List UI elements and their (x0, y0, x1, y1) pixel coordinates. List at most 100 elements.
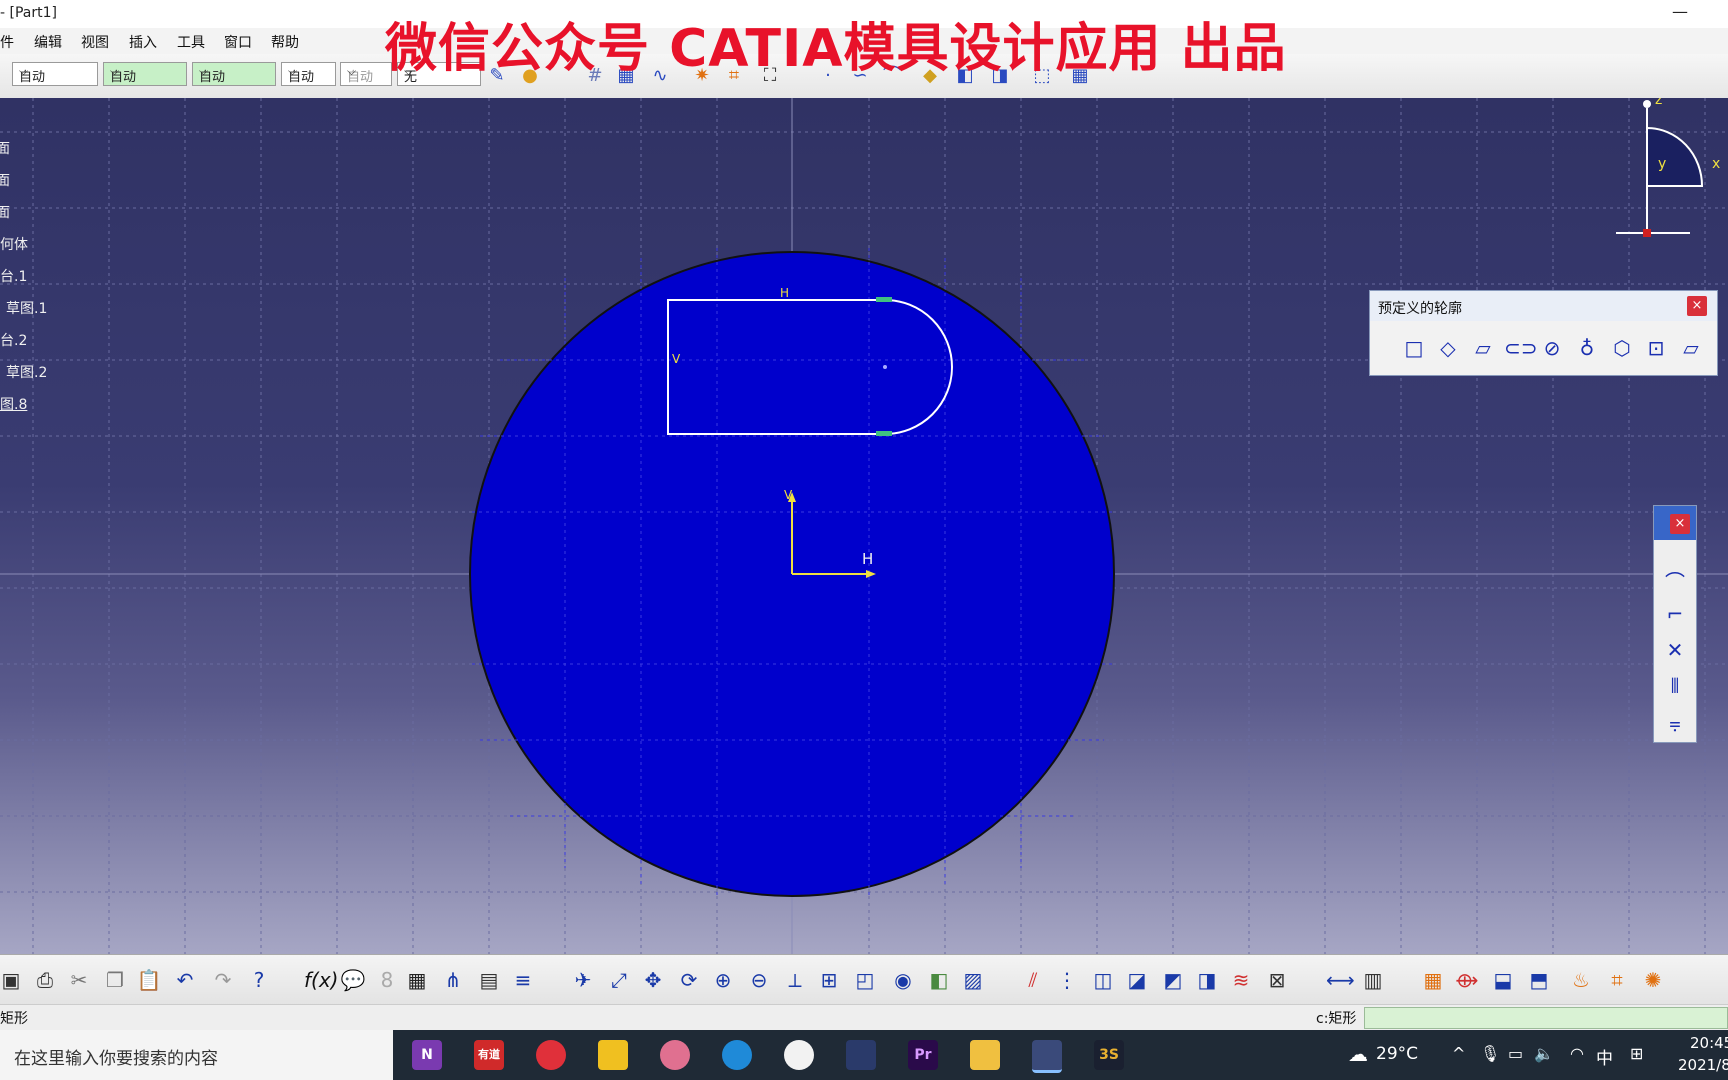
profile-toolbar-header[interactable]: 预定义的轮廓 (1370, 291, 1717, 321)
sticky-notes-icon[interactable] (598, 1040, 628, 1070)
fit-all-icon[interactable]: ⤢ (606, 967, 632, 993)
trim-icon[interactable]: ✕ (1662, 638, 1688, 664)
analysis-icon[interactable]: ◨ (1194, 967, 1220, 993)
measure-icon[interactable]: ⊠ (1264, 967, 1290, 993)
tree-icon[interactable]: ⋔ (440, 967, 466, 993)
help-icon[interactable]: ? (246, 967, 272, 993)
file-explorer-icon[interactable] (970, 1040, 1000, 1070)
cube-icon[interactable]: ⬒ (1526, 967, 1552, 993)
color-combo[interactable]: 自动 ⌵ (12, 62, 98, 86)
grid-toggle-icon[interactable]: ▦ (1420, 967, 1446, 993)
linetype-combo[interactable]: 自动 ⌵ (103, 62, 187, 86)
copy-icon[interactable]: ❐ (102, 967, 128, 993)
command-input[interactable] (1364, 1007, 1728, 1029)
centered-parallelogram-icon[interactable]: ▱ (1677, 335, 1705, 361)
close-icon[interactable]: × (1687, 296, 1707, 316)
youdao-icon[interactable]: 有道 (474, 1040, 504, 1070)
zoom-in-icon[interactable]: ⊕ (710, 967, 736, 993)
sketch-analysis-icon[interactable]: ◫ (1090, 967, 1116, 993)
auto-search-icon[interactable]: ◩ (1160, 967, 1186, 993)
battery-icon[interactable]: ▭ (1508, 1044, 1523, 1063)
formula-icon[interactable]: f(x) (304, 967, 338, 993)
tree-item-sketch-2[interactable]: 草图.2 (6, 362, 47, 382)
hide-show-icon[interactable]: ◧ (926, 967, 952, 993)
fly-mode-icon[interactable]: ✈ (570, 967, 596, 993)
clock-time[interactable]: 20:45 (1690, 1034, 1728, 1052)
cut-icon[interactable]: ✂ (66, 967, 92, 993)
microphone-icon[interactable]: 🎙 (1480, 1044, 1500, 1063)
comment-icon[interactable]: 💬 (340, 967, 366, 993)
geometric-constraint-toggle-icon[interactable]: ♨ (1568, 967, 1594, 993)
tree-item-face-3[interactable]: 面 (0, 202, 10, 222)
centered-rectangle-icon[interactable]: ⊡ (1642, 335, 1670, 361)
volume-icon[interactable]: 🔈 (1534, 1044, 1554, 1063)
shading-icon[interactable]: ◉ (890, 967, 916, 993)
tree-item-face-2[interactable]: 面 (0, 170, 10, 190)
catia-active-icon[interactable] (1032, 1040, 1062, 1073)
menu-view[interactable]: 视图 (81, 32, 109, 52)
paste-icon[interactable]: 📋 (136, 967, 162, 993)
knowledge-icon[interactable]: ≡ (510, 967, 536, 993)
tree-item-sketch-1[interactable]: 草图.1 (6, 298, 47, 318)
point-combo[interactable]: 自动 ⌵ (281, 62, 336, 86)
apply-material-icon[interactable]: ▥ (1360, 967, 1386, 993)
chamfer-icon[interactable]: ⌐ (1662, 602, 1688, 628)
onenote-icon[interactable]: N (412, 1040, 442, 1070)
music-app-icon[interactable] (536, 1040, 566, 1070)
pan-icon[interactable]: ✥ (640, 967, 666, 993)
premiere-icon[interactable]: Pr (908, 1040, 938, 1070)
dimension-icon[interactable]: ⋮ (1054, 967, 1080, 993)
swap-space-icon[interactable]: ▨ (960, 967, 986, 993)
measure-between-icon[interactable]: ⟷ (1326, 967, 1355, 993)
construction-elements-icon[interactable]: ⬓ (1490, 967, 1516, 993)
disabled-tool-icon[interactable]: 8 (374, 967, 400, 993)
weather-temp[interactable]: 29°C (1376, 1044, 1418, 1064)
cylindrical-elongated-hole-icon[interactable]: ⊘ (1538, 335, 1566, 361)
table-icon[interactable]: ▦ (404, 967, 430, 993)
menu-window[interactable]: 窗口 (224, 32, 252, 52)
tree-item-body[interactable]: 几何体 (0, 234, 28, 254)
redo-icon[interactable]: ↷ (210, 967, 236, 993)
elongated-hole-icon[interactable]: ⊂⊃ (1504, 335, 1538, 361)
lineweight-combo[interactable]: 自动 ⌵ (192, 62, 276, 86)
rectangle-icon[interactable]: □ (1400, 335, 1428, 361)
rotate-icon[interactable]: ⟳ (676, 967, 702, 993)
zoom-out-icon[interactable]: ⊖ (746, 967, 772, 993)
catalog-icon[interactable]: ▤ (476, 967, 502, 993)
minimize-button[interactable]: — (1672, 2, 1688, 21)
clock-date[interactable]: 2021/8 (1678, 1056, 1728, 1074)
network-icon[interactable]: ◠ (1570, 1044, 1584, 1063)
mirror-icon[interactable]: ⫴ (1662, 674, 1688, 700)
undo-icon[interactable]: ↶ (172, 967, 198, 993)
tree-item-sketch-8[interactable]: 草图.8 (0, 394, 27, 414)
multi-view-icon[interactable]: ⊞ (816, 967, 842, 993)
chevron-up-icon[interactable]: ^ (1452, 1044, 1465, 1063)
print-icon[interactable]: ⎙ (32, 967, 58, 993)
menu-insert[interactable]: 插入 (129, 32, 157, 52)
project-3d-elements-icon[interactable]: ⩦ (1662, 710, 1688, 736)
ime-indicator[interactable]: 中 (1596, 1044, 1613, 1069)
oriented-rectangle-icon[interactable]: ◇ (1434, 335, 1462, 361)
curvature-icon[interactable]: ≋ (1228, 967, 1254, 993)
tree-item-pad-2[interactable]: 凸台.2 (0, 330, 27, 350)
cut-part-icon[interactable]: ⫽ (1020, 967, 1046, 993)
catia-icon[interactable] (846, 1040, 876, 1070)
save-icon[interactable]: ▣ (0, 967, 24, 993)
keyhole-profile-icon[interactable]: ♁ (1573, 335, 1601, 361)
edge-icon[interactable] (722, 1040, 752, 1070)
taskbar-search[interactable]: 在这里输入你要搜索的内容 (0, 1030, 393, 1080)
tree-item-pad-1[interactable]: 凸台.1 (0, 266, 27, 286)
ime-mode-icon[interactable]: ⊞ (1630, 1044, 1643, 1063)
menu-help[interactable]: 帮助 (271, 32, 299, 52)
hexagon-icon[interactable]: ⬡ (1608, 335, 1636, 361)
tree-item-face-1[interactable]: 面 (0, 138, 10, 158)
app-icon[interactable] (660, 1040, 690, 1070)
auto-constraint-icon[interactable]: ✺ (1640, 967, 1666, 993)
parallelogram-icon[interactable]: ▱ (1469, 335, 1497, 361)
close-icon[interactable]: × (1670, 514, 1690, 534)
menu-tools[interactable]: 工具 (177, 32, 205, 52)
normal-view-icon[interactable]: ⟂ (782, 967, 808, 993)
3d-viewport[interactable]: H V H V z x y 面 面 面 几何体 凸台.1 草图.1 凸台.2 草… (0, 98, 1728, 954)
iso-view-icon[interactable]: ◰ (852, 967, 878, 993)
sketch-solving-icon[interactable]: ◪ (1124, 967, 1150, 993)
